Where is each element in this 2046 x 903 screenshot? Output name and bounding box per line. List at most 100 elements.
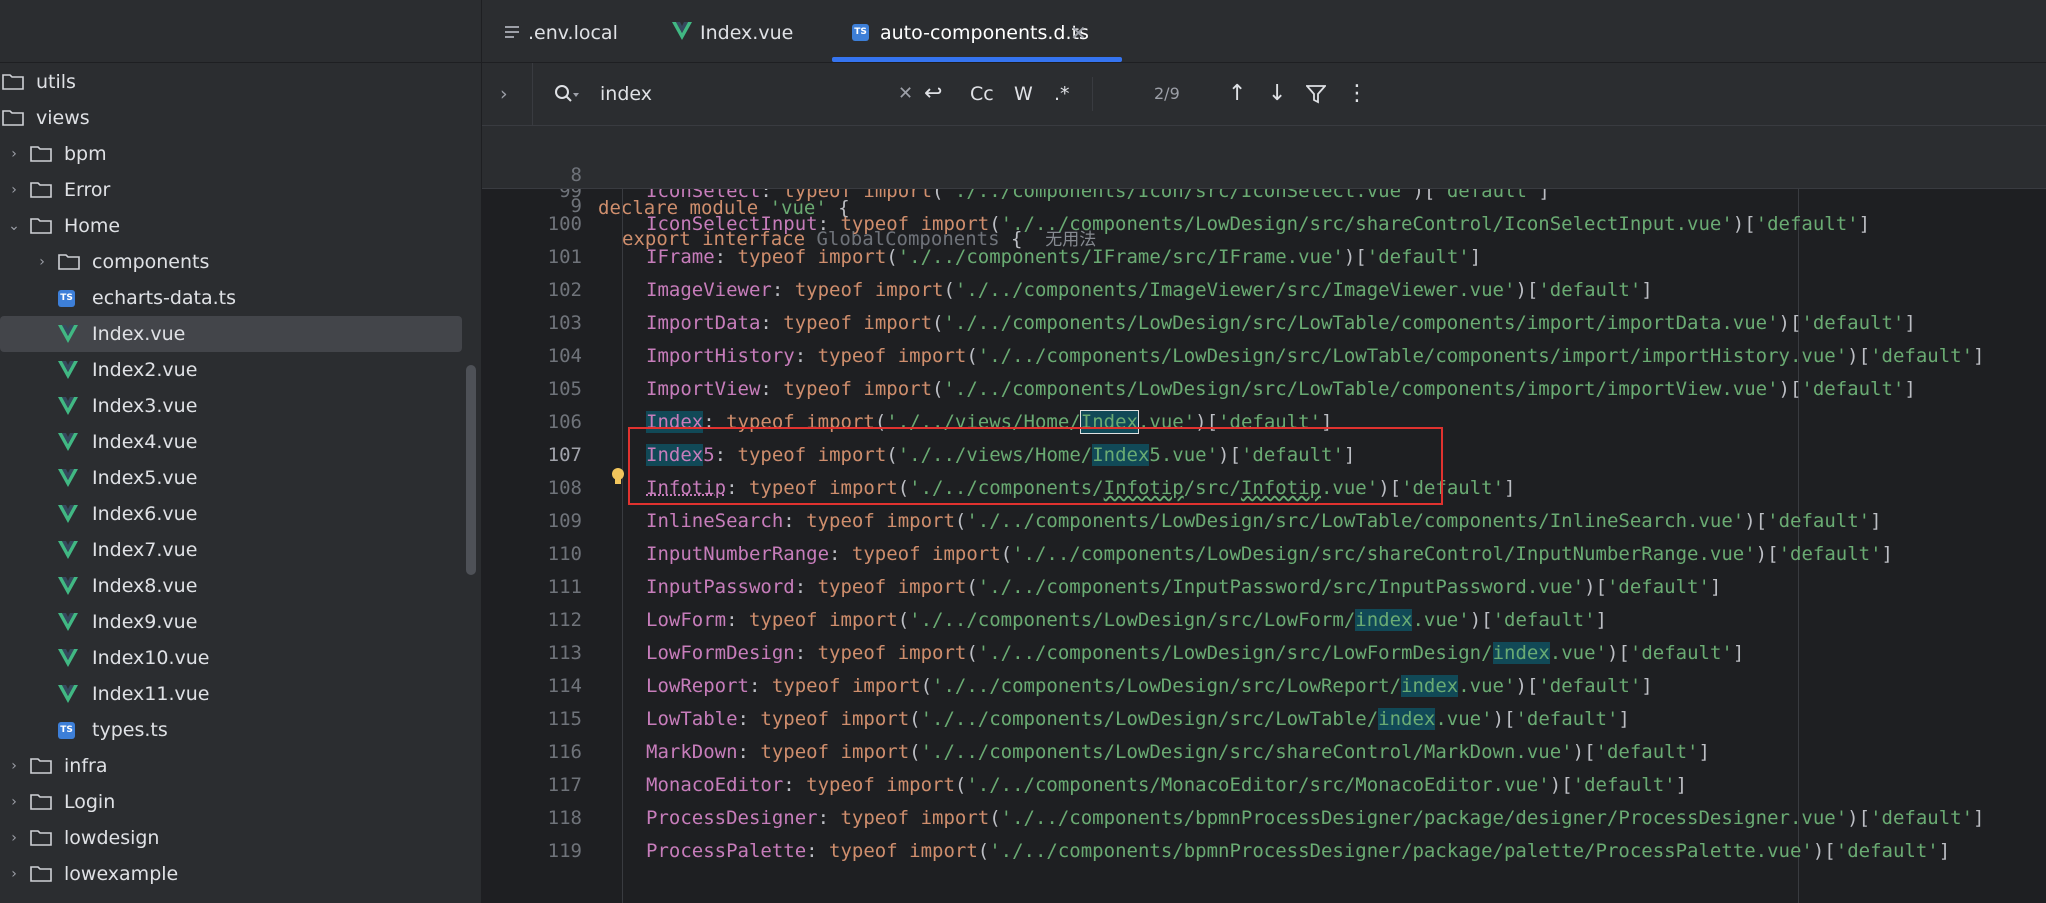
chevron-right-icon[interactable]: › <box>6 820 22 856</box>
folder-icon <box>30 794 52 810</box>
tree-item-index6-vue[interactable]: Index6.vue <box>0 496 481 532</box>
code-line[interactable]: 109 InlineSearch: typeof import('./../com… <box>482 505 2046 538</box>
tree-item-error[interactable]: › Error <box>0 172 481 208</box>
search-match: index <box>1378 708 1436 730</box>
code-line[interactable]: 119 ProcessPalette: typeof import('./../c… <box>482 835 2046 868</box>
chevron-right-icon[interactable]: › <box>6 136 22 172</box>
chevron-right-icon[interactable]: › <box>6 748 22 784</box>
ts-icon: TS <box>852 24 869 41</box>
code-line[interactable]: 115 LowTable: typeof import('./../compone… <box>482 703 2046 736</box>
code-line[interactable]: 104 ImportHistory: typeof import('./../co… <box>482 340 2046 373</box>
tree-item-echarts-data-ts[interactable]: TS echarts-data.ts <box>0 280 481 316</box>
sticky-line: 8 declare module 'vue' { <box>570 164 850 219</box>
code-line[interactable]: 114 LowReport: typeof import('./../compon… <box>482 670 2046 703</box>
tree-item-index9-vue[interactable]: Index9.vue <box>0 604 481 640</box>
chevron-down-icon[interactable]: ⌄ <box>6 208 22 244</box>
chevron-right-icon[interactable]: › <box>6 856 22 892</box>
match-case-button[interactable]: Cc <box>970 63 994 125</box>
folder-icon <box>30 182 52 198</box>
chevron-right-icon[interactable]: › <box>500 63 508 125</box>
tree-item-bpm[interactable]: › bpm <box>0 136 481 172</box>
code-line[interactable]: 111 InputPassword: typeof import('./../co… <box>482 571 2046 604</box>
tree-item-index7-vue[interactable]: Index7.vue <box>0 532 481 568</box>
tab-label: .env.local <box>528 22 618 44</box>
tree-item-utils[interactable]: ›utils <box>0 64 481 100</box>
tree-item-label: Login <box>64 791 116 813</box>
search-match: index <box>1355 609 1413 631</box>
folder-icon <box>30 830 52 846</box>
filter-icon[interactable] <box>1306 84 1326 104</box>
tree-item-index11-vue[interactable]: Index11.vue <box>0 676 481 712</box>
more-options-icon[interactable]: ⋮ <box>1346 63 1368 125</box>
project-tree: ›utils⌄views›bpm›Error⌄Home›componentsTS… <box>0 64 481 892</box>
arrow-up-icon[interactable]: ↑ <box>1228 63 1246 125</box>
tree-item-label: types.ts <box>92 719 168 741</box>
code-line[interactable]: 105 ImportView: typeof import('./../compo… <box>482 373 2046 406</box>
tree-item-label: Index11.vue <box>92 683 210 705</box>
tree-item-index8-vue[interactable]: Index8.vue <box>0 568 481 604</box>
code-line[interactable]: 112 LowForm: typeof import('./../componen… <box>482 604 2046 637</box>
folder-icon <box>30 866 52 882</box>
tab-bar: .env.local Index.vue TS auto-components.… <box>482 0 2046 63</box>
tree-item-components[interactable]: › components <box>0 244 481 280</box>
tree-item-index3-vue[interactable]: Index3.vue <box>0 388 481 424</box>
tree-item-label: utils <box>36 71 76 93</box>
tree-item-lowexample[interactable]: › lowexample <box>0 856 481 892</box>
tree-item-types-ts[interactable]: TS types.ts <box>0 712 481 748</box>
tree-item-infra[interactable]: › infra <box>0 748 481 784</box>
sticky-scroll-header: 8 declare module 'vue' { 9 export interf… <box>482 126 2046 250</box>
code-line[interactable]: 116 MarkDown: typeof import('./../compone… <box>482 736 2046 769</box>
code-line[interactable]: 99 IconSelect: typeof import('./../compon… <box>482 189 2046 208</box>
folder-icon <box>30 146 52 162</box>
tree-item-login[interactable]: › Login <box>0 784 481 820</box>
tree-item-index5-vue[interactable]: Index5.vue <box>0 460 481 496</box>
ts-icon: TS <box>58 722 75 739</box>
tree-item-label: Index2.vue <box>92 359 198 381</box>
tree-item-views[interactable]: ⌄views <box>0 100 481 136</box>
tree-item-index10-vue[interactable]: Index10.vue <box>0 640 481 676</box>
tree-item-index-vue[interactable]: Index.vue <box>0 316 462 352</box>
code-line[interactable]: 100 IconSelectInput: typeof import('./../… <box>482 208 2046 241</box>
sidebar-scrollbar[interactable] <box>466 365 476 575</box>
tree-item-label: Index6.vue <box>92 503 198 525</box>
code-line[interactable]: 103 ImportData: typeof import('./../compo… <box>482 307 2046 340</box>
code-line[interactable]: 113 LowFormDesign: typeof import('./../co… <box>482 637 2046 670</box>
tree-item-label: Index7.vue <box>92 539 198 561</box>
chevron-right-icon[interactable]: › <box>6 784 22 820</box>
code-line[interactable]: 102 ImageViewer: typeof import('./../comp… <box>482 274 2046 307</box>
search-input[interactable]: index <box>600 63 652 125</box>
tree-item-index2-vue[interactable]: Index2.vue <box>0 352 481 388</box>
tree-item-lowdesign[interactable]: › lowdesign <box>0 820 481 856</box>
chevron-right-icon[interactable]: › <box>34 244 50 280</box>
chevron-right-icon[interactable]: › <box>6 172 22 208</box>
code-line[interactable]: 117 MonacoEditor: typeof import('./../com… <box>482 769 2046 802</box>
vue-icon <box>58 541 78 559</box>
folder-icon <box>30 218 52 234</box>
clear-search-icon[interactable]: ✕ <box>898 63 913 125</box>
tree-item-label: echarts-data.ts <box>92 287 237 309</box>
lightbulb-icon[interactable] <box>611 468 625 486</box>
vue-icon <box>58 577 78 595</box>
arrow-down-icon[interactable]: ↓ <box>1268 63 1286 125</box>
tree-item-index4-vue[interactable]: Index4.vue <box>0 424 481 460</box>
divider <box>532 63 533 125</box>
tree-item-label: Index.vue <box>92 323 186 345</box>
tree-item-label: Index8.vue <box>92 575 198 597</box>
search-match: index <box>1401 675 1459 697</box>
code-editor[interactable]: 99 IconSelect: typeof import('./../compon… <box>482 189 2046 903</box>
search-icon[interactable] <box>554 84 580 104</box>
text-file-icon <box>505 26 519 38</box>
sidebar-header <box>0 0 481 63</box>
code-line[interactable]: 110 InputNumberRange: typeof import('./..… <box>482 538 2046 571</box>
tab-label: Index.vue <box>700 22 794 44</box>
tree-item-label: Index9.vue <box>92 611 198 633</box>
code-line[interactable]: 118 ProcessDesigner: typeof import('./../… <box>482 802 2046 835</box>
tree-item-home[interactable]: ⌄ Home <box>0 208 481 244</box>
search-match: index <box>1492 642 1550 664</box>
folder-icon <box>30 758 52 774</box>
vue-icon <box>58 469 78 487</box>
newline-icon[interactable]: ↩ <box>924 63 942 125</box>
regex-button[interactable]: .* <box>1054 63 1070 125</box>
whole-word-button[interactable]: W <box>1014 63 1033 125</box>
code-line[interactable]: 101 IFrame: typeof import('./../component… <box>482 241 2046 274</box>
